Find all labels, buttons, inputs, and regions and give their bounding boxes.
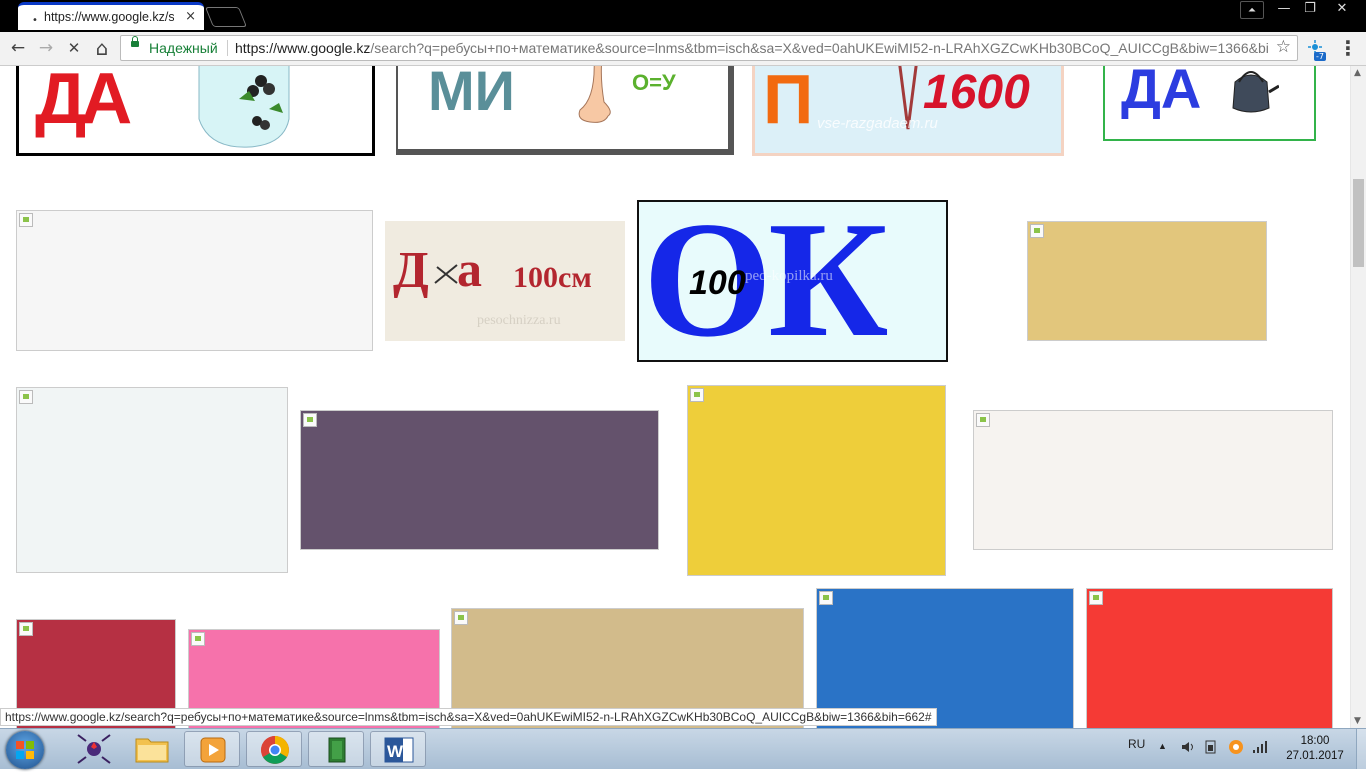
spider-icon — [77, 734, 111, 764]
url-text[interactable]: https://www.google.kz/search?q=ребусы+по… — [235, 40, 1275, 56]
broken-image-icon — [19, 213, 33, 227]
watermark: ped-kopilka.ru — [745, 268, 833, 284]
rebus-text: ДА — [1121, 66, 1202, 120]
result-image-placeholder[interactable] — [300, 410, 659, 550]
taskbar-file-explorer[interactable] — [124, 731, 180, 767]
broken-image-icon — [1089, 591, 1103, 605]
word-icon: W — [384, 737, 414, 763]
result-image-placeholder[interactable] — [16, 210, 373, 351]
url-host: https://www.google.kz — [235, 40, 371, 56]
windows-taskbar: W RU ▲ 18:00 27.01.2017 — [0, 728, 1366, 769]
taskbar-chrome[interactable] — [246, 731, 302, 767]
lock-icon — [131, 36, 139, 47]
watermark: pesochnizza.ru — [477, 313, 561, 328]
rebus-text: а — [457, 241, 482, 297]
book-icon — [328, 737, 346, 763]
browser-toolbar: ← → ✕ ⌂ Надежный https://www.google.kz/s… — [0, 32, 1366, 66]
result-image[interactable]: ОК 100 ped-kopilka.ru — [637, 200, 948, 362]
status-url-preview: https://www.google.kz/search?q=ребусы+по… — [0, 708, 937, 726]
clock-date: 27.01.2017 — [1286, 750, 1344, 762]
result-image-placeholder[interactable] — [16, 387, 288, 573]
minimize-button[interactable]: — — [1270, 0, 1298, 20]
scroll-thumb[interactable] — [1353, 179, 1364, 267]
forward-button[interactable]: → — [34, 36, 58, 60]
vertical-scrollbar[interactable]: ▲ ▼ — [1350, 66, 1366, 728]
broken-image-icon — [454, 611, 468, 625]
show-hidden-icons-icon[interactable]: ▲ — [1158, 741, 1167, 751]
user-profile-button[interactable]: ⏶ — [1240, 1, 1264, 19]
broken-image-icon — [19, 390, 33, 404]
volume-icon[interactable] — [1180, 740, 1194, 754]
chrome-icon — [261, 736, 289, 764]
result-image-placeholder[interactable] — [687, 385, 946, 576]
jug-icon — [198, 66, 290, 148]
extension-badge: -7 — [1314, 52, 1326, 61]
broken-image-icon — [690, 388, 704, 402]
url-path: /search?q=ребусы+по+математике&source=ln… — [370, 40, 1269, 56]
svg-text:W: W — [387, 742, 404, 761]
result-image-placeholder[interactable] — [816, 588, 1074, 728]
home-button[interactable]: ⌂ — [90, 36, 114, 60]
folder-icon — [135, 738, 169, 763]
taskbar-media-player[interactable] — [184, 731, 240, 767]
avast-icon[interactable] — [1228, 739, 1244, 755]
broken-image-icon — [191, 632, 205, 646]
start-button[interactable] — [6, 731, 44, 769]
secure-label[interactable]: Надежный — [149, 40, 218, 56]
rebus-text: ДА — [35, 66, 132, 139]
broken-image-icon — [19, 622, 33, 636]
media-player-icon — [200, 737, 226, 763]
network-signal-icon[interactable] — [1252, 739, 1268, 755]
broken-image-icon — [819, 591, 833, 605]
kettle-icon — [1232, 71, 1279, 113]
result-image[interactable]: МИ О=У — [396, 66, 734, 155]
broken-image-icon — [976, 413, 990, 427]
clock-time: 18:00 — [1300, 735, 1330, 747]
stop-loading-button[interactable]: ✕ — [62, 36, 86, 60]
rebus-text: Д — [393, 242, 429, 299]
restore-button[interactable]: ❐ — [1296, 0, 1324, 20]
result-image[interactable]: Д а 100см pesochnizza.ru — [385, 221, 625, 341]
taskbar-spider-solitaire[interactable] — [66, 731, 122, 767]
rebus-number: 1600 — [923, 66, 1030, 119]
rebus-equation: О=У — [632, 70, 676, 95]
result-image[interactable]: ДА — [16, 66, 375, 156]
scroll-up-arrow-icon[interactable]: ▲ — [1354, 68, 1361, 78]
show-desktop-button[interactable] — [1356, 729, 1366, 769]
taskbar-file-manager[interactable] — [308, 731, 364, 767]
rebus-letter: П — [763, 66, 814, 138]
browser-title-bar: • https://www.google.kz/sear × ⏶ — ❐ ✕ — [0, 0, 1366, 32]
result-image-placeholder[interactable] — [1027, 221, 1267, 341]
taskbar-word[interactable]: W — [370, 731, 426, 767]
nose-icon — [578, 66, 611, 123]
scroll-down-arrow-icon[interactable]: ▼ — [1354, 716, 1361, 726]
rebus-number: 100 — [689, 264, 746, 302]
rebus-text: МИ — [428, 66, 515, 122]
broken-image-icon — [303, 413, 317, 427]
address-bar[interactable]: Надежный https://www.google.kz/search?q=… — [120, 35, 1298, 61]
tab-close-button[interactable]: × — [185, 9, 196, 24]
bookmark-star-icon[interactable]: ☆ — [1276, 37, 1291, 57]
tab-title: https://www.google.kz/sear — [44, 10, 174, 24]
image-results-grid: ДА МИ О=У П 1600 vse-razgadaem.ru ДА Д а… — [0, 66, 1350, 728]
rebus-number: 100см — [513, 261, 592, 294]
browser-menu-button[interactable]: ⋮ — [1338, 36, 1358, 60]
watermark: vse-razgadaem.ru — [817, 115, 938, 132]
close-window-button[interactable]: ✕ — [1324, 0, 1360, 20]
back-button[interactable]: ← — [6, 36, 30, 60]
windows-logo-icon — [16, 741, 34, 759]
new-tab-button[interactable] — [204, 7, 248, 27]
result-image[interactable]: ДА — [1103, 66, 1316, 141]
result-image-placeholder[interactable] — [973, 410, 1333, 550]
result-image-placeholder[interactable] — [1086, 588, 1333, 728]
broken-image-icon — [1030, 224, 1044, 238]
battery-icon[interactable] — [1204, 739, 1218, 755]
browser-tab[interactable]: • https://www.google.kz/sear × — [18, 2, 204, 30]
result-image[interactable]: П 1600 vse-razgadaem.ru — [752, 66, 1064, 156]
system-clock[interactable]: 18:00 27.01.2017 — [1280, 734, 1350, 764]
page-favicon-icon: • — [32, 15, 38, 26]
divider — [227, 40, 228, 56]
language-indicator[interactable]: RU — [1128, 737, 1145, 751]
